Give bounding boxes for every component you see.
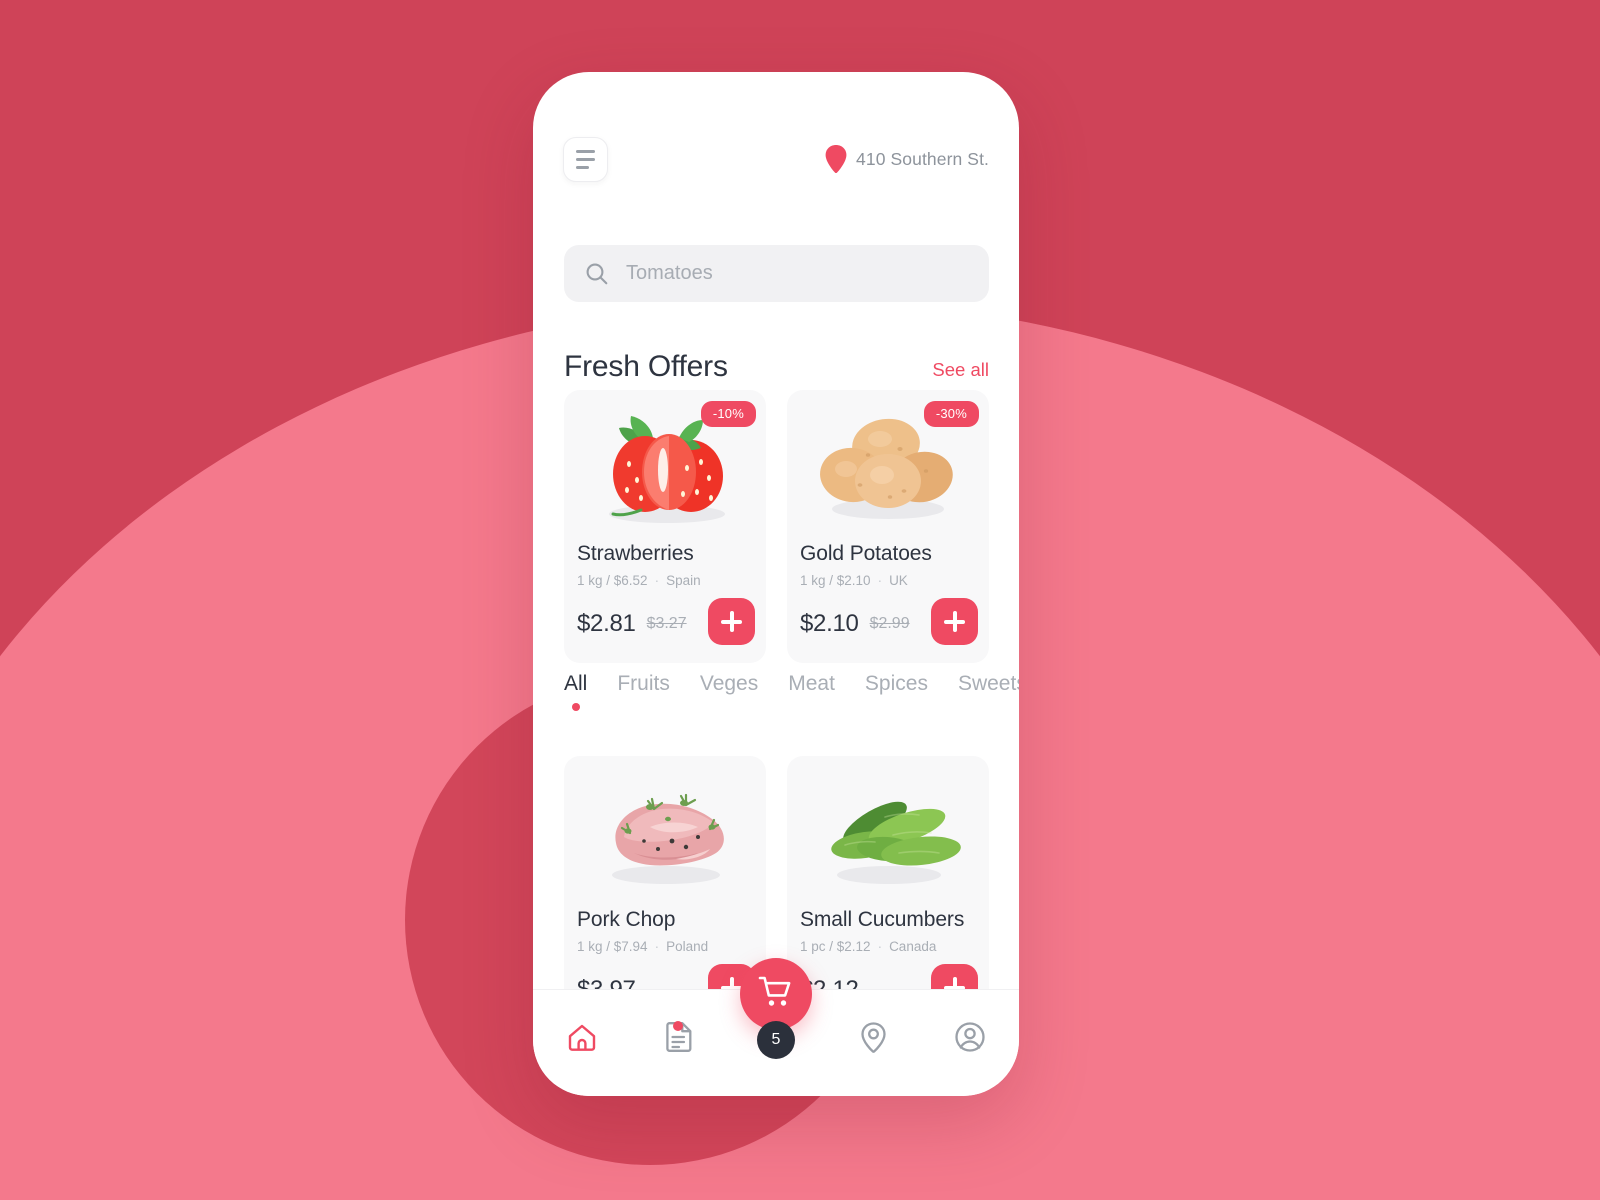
search-input[interactable] (626, 262, 967, 285)
add-to-cart-button[interactable] (931, 598, 978, 645)
product-card[interactable]: -30% Gold Potatoes 1 kg / $2.10 · UK $2.… (787, 390, 989, 663)
fresh-offers-section-header: Fresh Offers See all (564, 350, 989, 384)
cart-floating-action-button[interactable] (740, 958, 812, 1030)
product-meta: 1 kg / $6.52 · Spain (577, 573, 753, 588)
tab-veges[interactable]: Veges (700, 672, 758, 713)
hamburger-icon-line-1 (576, 149, 595, 153)
nav-item-orders[interactable] (630, 990, 727, 1096)
hamburger-icon-line-2 (576, 157, 595, 161)
product-card[interactable]: -10% Strawberries 1 kg / $6.52 · Spain $… (564, 390, 766, 663)
product-origin: Spain (666, 573, 701, 588)
product-name: Strawberries (577, 542, 694, 565)
shopping-cart-icon (758, 975, 794, 1014)
search-bar[interactable] (564, 245, 989, 302)
search-icon (586, 263, 608, 285)
see-all-link[interactable]: See all (932, 359, 989, 381)
discount-badge: -10% (700, 401, 756, 427)
product-unit-price: 1 kg / $7.94 (577, 939, 648, 954)
nav-item-home[interactable] (533, 990, 630, 1096)
profile-account-icon (955, 1022, 986, 1052)
product-origin: UK (889, 573, 908, 588)
price-row: $2.10 $2.99 (800, 598, 978, 647)
product-meta: 1 kg / $7.94 · Poland (577, 939, 753, 954)
product-unit-price: 1 kg / $6.52 (577, 573, 648, 588)
page-title: Fresh Offers (564, 350, 728, 383)
nav-item-location[interactable] (825, 990, 922, 1096)
product-origin: Poland (666, 939, 709, 954)
screenshot-canvas: 410 Southern St. Fresh Offers See all (0, 0, 1600, 1200)
product-origin: Canada (889, 939, 937, 954)
product-price: $2.10 (800, 610, 859, 637)
product-price: $2.81 (577, 610, 636, 637)
phone-mockup-frame: 410 Southern St. Fresh Offers See all (533, 72, 1019, 1096)
cucumbers-image (800, 770, 976, 898)
map-pin-icon (825, 145, 847, 173)
tab-spices[interactable]: Spices (865, 672, 928, 713)
meta-separator: · (654, 573, 660, 588)
home-icon (567, 1023, 597, 1052)
location-address-text: 410 Southern St. (856, 148, 989, 169)
product-name: Small Cucumbers (800, 908, 965, 931)
app-top-bar: 410 Southern St. (533, 128, 1019, 190)
meta-separator: · (654, 939, 660, 954)
tab-all[interactable]: All (564, 672, 587, 713)
tab-sweets[interactable]: Sweets (958, 672, 1019, 713)
price-row: $2.81 $3.27 (577, 598, 755, 647)
product-name: Pork Chop (577, 908, 676, 931)
app-screen: 410 Southern St. Fresh Offers See all (533, 72, 1019, 1096)
add-to-cart-button[interactable] (708, 598, 755, 645)
tab-meat[interactable]: Meat (788, 672, 835, 713)
product-unit-price: 1 kg / $2.10 (800, 573, 871, 588)
product-grid-row-1: -10% Strawberries 1 kg / $6.52 · Spain $… (564, 390, 989, 663)
meta-separator: · (877, 939, 883, 954)
product-old-price: $2.99 (869, 615, 910, 632)
location-pin-icon (860, 1021, 887, 1053)
nav-item-profile[interactable] (922, 990, 1019, 1096)
pork-chop-image (577, 770, 753, 898)
bottom-navigation-bar: 5 (533, 958, 1019, 1096)
tab-fruits[interactable]: Fruits (617, 672, 670, 713)
hamburger-menu-button[interactable] (563, 136, 608, 182)
product-meta: 1 pc / $2.12 · Canada (800, 939, 976, 954)
product-name: Gold Potatoes (800, 542, 932, 565)
product-meta: 1 kg / $2.10 · UK (800, 573, 976, 588)
product-old-price: $3.27 (646, 615, 687, 632)
meta-separator: · (877, 573, 883, 588)
hamburger-icon-line-3 (576, 165, 589, 169)
product-unit-price: 1 pc / $2.12 (800, 939, 871, 954)
discount-badge: -30% (923, 401, 979, 427)
location-selector[interactable]: 410 Southern St. (825, 145, 989, 173)
category-tabs: All Fruits Veges Meat Spices Sweets (564, 672, 1019, 713)
cart-item-count-badge: 5 (757, 1021, 795, 1059)
